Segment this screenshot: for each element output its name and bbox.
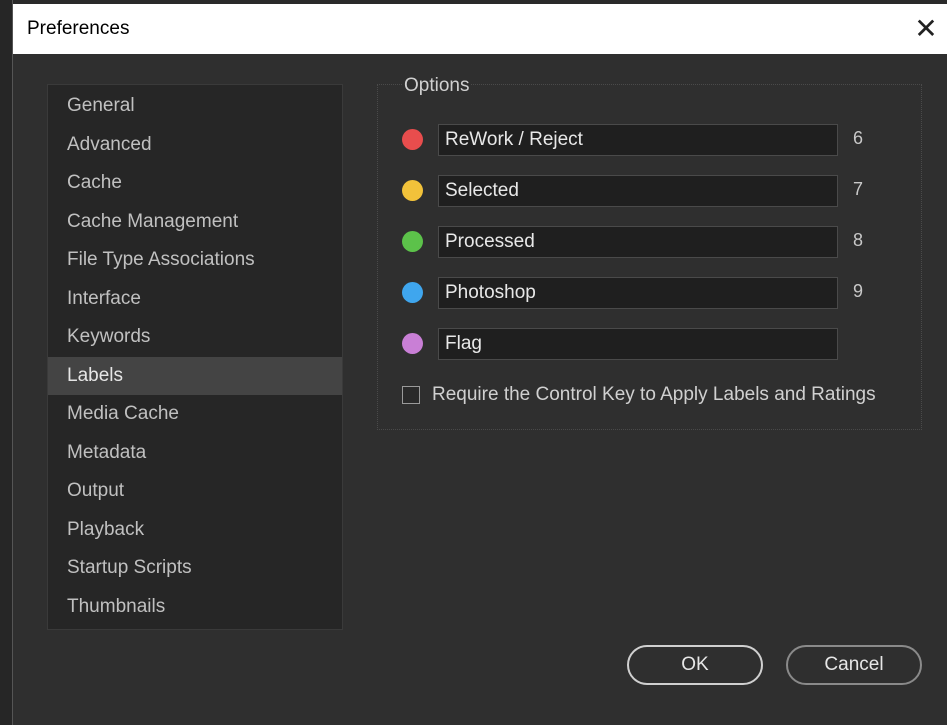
cancel-button[interactable]: Cancel <box>786 645 922 685</box>
label-shortcut-4: 9 <box>853 281 864 301</box>
label-name-field-2[interactable] <box>438 175 838 207</box>
green-label-dot-icon <box>402 231 423 252</box>
red-label-dot-icon <box>402 129 423 150</box>
sidebar-item-thumbnails[interactable]: Thumbnails <box>48 588 342 627</box>
require-control-key-checkbox[interactable] <box>402 386 420 404</box>
sidebar-item-media-cache[interactable]: Media Cache <box>48 395 342 434</box>
sidebar-item-general[interactable]: General <box>48 87 342 126</box>
background-left <box>0 0 12 725</box>
sidebar-item-playback[interactable]: Playback <box>48 511 342 550</box>
label-name-field-4[interactable] <box>438 277 838 309</box>
yellow-label-dot-icon <box>402 180 423 201</box>
label-name-field-3[interactable] <box>438 226 838 258</box>
label-row-3: 8 <box>378 226 923 258</box>
sidebar-item-output[interactable]: Output <box>48 472 342 511</box>
options-group: Options 6 7 8 9 Require t <box>377 75 923 430</box>
window-title: Preferences <box>27 18 130 39</box>
label-shortcut-1: 6 <box>853 128 864 148</box>
require-control-key-option: Require the Control Key to Apply Labels … <box>402 384 876 406</box>
sidebar-item-keywords[interactable]: Keywords <box>48 318 342 357</box>
label-shortcut-3: 8 <box>853 230 864 250</box>
options-group-title: Options <box>402 75 472 97</box>
label-row-5 <box>378 328 923 360</box>
label-row-2: 7 <box>378 175 923 207</box>
ok-button[interactable]: OK <box>627 645 763 685</box>
sidebar-item-startup-scripts[interactable]: Startup Scripts <box>48 549 342 588</box>
label-name-field-1[interactable] <box>438 124 838 156</box>
blue-label-dot-icon <box>402 282 423 303</box>
sidebar-item-advanced[interactable]: Advanced <box>48 126 342 165</box>
purple-label-dot-icon <box>402 333 423 354</box>
label-row-1: 6 <box>378 124 923 156</box>
require-control-key-label[interactable]: Require the Control Key to Apply Labels … <box>432 384 876 406</box>
label-shortcut-2: 7 <box>853 179 864 199</box>
sidebar-item-labels[interactable]: Labels <box>48 356 342 395</box>
sidebar-item-cache[interactable]: Cache <box>48 164 342 203</box>
preferences-dialog: Preferences ✕ General Advanced Cache Cac… <box>12 0 947 725</box>
label-row-4: 9 <box>378 277 923 309</box>
sidebar-item-cache-management[interactable]: Cache Management <box>48 203 342 242</box>
preferences-sidebar: General Advanced Cache Cache Management … <box>47 84 343 630</box>
titlebar: Preferences ✕ <box>13 4 947 54</box>
sidebar-item-interface[interactable]: Interface <box>48 280 342 319</box>
label-name-field-5[interactable] <box>438 328 838 360</box>
sidebar-item-file-type-associations[interactable]: File Type Associations <box>48 241 342 280</box>
close-icon[interactable]: ✕ <box>910 12 942 46</box>
sidebar-item-metadata[interactable]: Metadata <box>48 434 342 473</box>
